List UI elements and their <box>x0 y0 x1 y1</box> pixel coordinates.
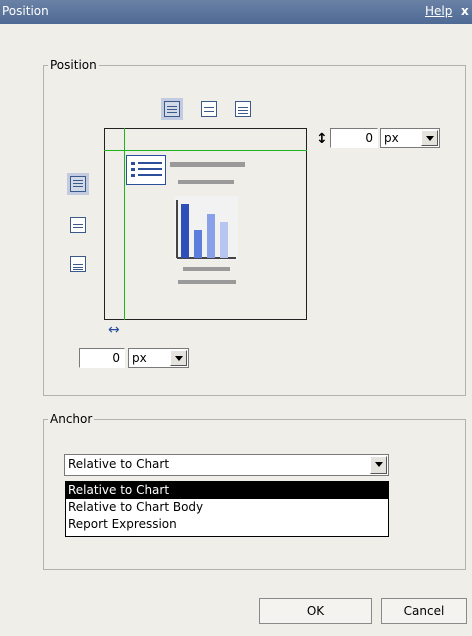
position-legend: Position <box>50 58 97 72</box>
chevron-down-icon[interactable] <box>370 456 387 474</box>
chevron-down-icon[interactable] <box>170 350 187 366</box>
subtitle-placeholder-line <box>178 180 234 184</box>
horizontal-guide-line <box>124 128 125 320</box>
help-link[interactable]: Help <box>425 4 452 18</box>
legend-icon <box>126 155 166 185</box>
vertical-offset-unit-select[interactable]: px <box>380 128 440 148</box>
anchor-dropdown-list: Relative to Chart Relative to Chart Body… <box>65 481 389 537</box>
chart-icon <box>174 196 238 260</box>
footer-placeholder-line-2 <box>178 280 236 284</box>
chevron-down-icon[interactable] <box>421 130 438 146</box>
vertical-offset-icon: ↕ <box>316 131 328 147</box>
ok-button[interactable]: OK <box>259 598 372 624</box>
align-left-icon[interactable] <box>164 101 180 117</box>
anchor-option-relative-to-chart[interactable]: Relative to Chart <box>66 482 388 499</box>
horizontal-offset-input[interactable]: 0 <box>79 348 125 368</box>
anchor-select[interactable]: Relative to Chart <box>64 454 389 476</box>
footer-placeholder-line <box>183 267 230 271</box>
anchor-option-report-expression[interactable]: Report Expression <box>66 516 388 533</box>
vertical-guide-line <box>104 150 307 151</box>
align-center-icon[interactable] <box>201 101 217 117</box>
anchor-legend: Anchor <box>50 412 93 426</box>
horizontal-offset-unit-select[interactable]: px <box>128 348 189 368</box>
anchor-selected-value: Relative to Chart <box>68 457 170 471</box>
title-bar: Position Help x <box>0 0 472 24</box>
cancel-button[interactable]: Cancel <box>381 598 467 624</box>
horizontal-offset-icon: ↔ <box>108 322 120 338</box>
align-bottom-icon[interactable] <box>70 256 86 272</box>
close-icon[interactable]: x <box>461 4 469 18</box>
vertical-offset-input[interactable]: 0 <box>330 128 378 148</box>
horizontal-unit-value: px <box>132 351 147 365</box>
title-placeholder-line <box>170 162 245 167</box>
align-top-icon[interactable] <box>70 176 86 192</box>
anchor-option-relative-to-chart-body[interactable]: Relative to Chart Body <box>66 499 388 516</box>
align-right-icon[interactable] <box>235 101 251 117</box>
dialog-title: Position <box>2 4 49 18</box>
align-middle-icon[interactable] <box>70 217 86 233</box>
vertical-unit-value: px <box>384 131 399 145</box>
